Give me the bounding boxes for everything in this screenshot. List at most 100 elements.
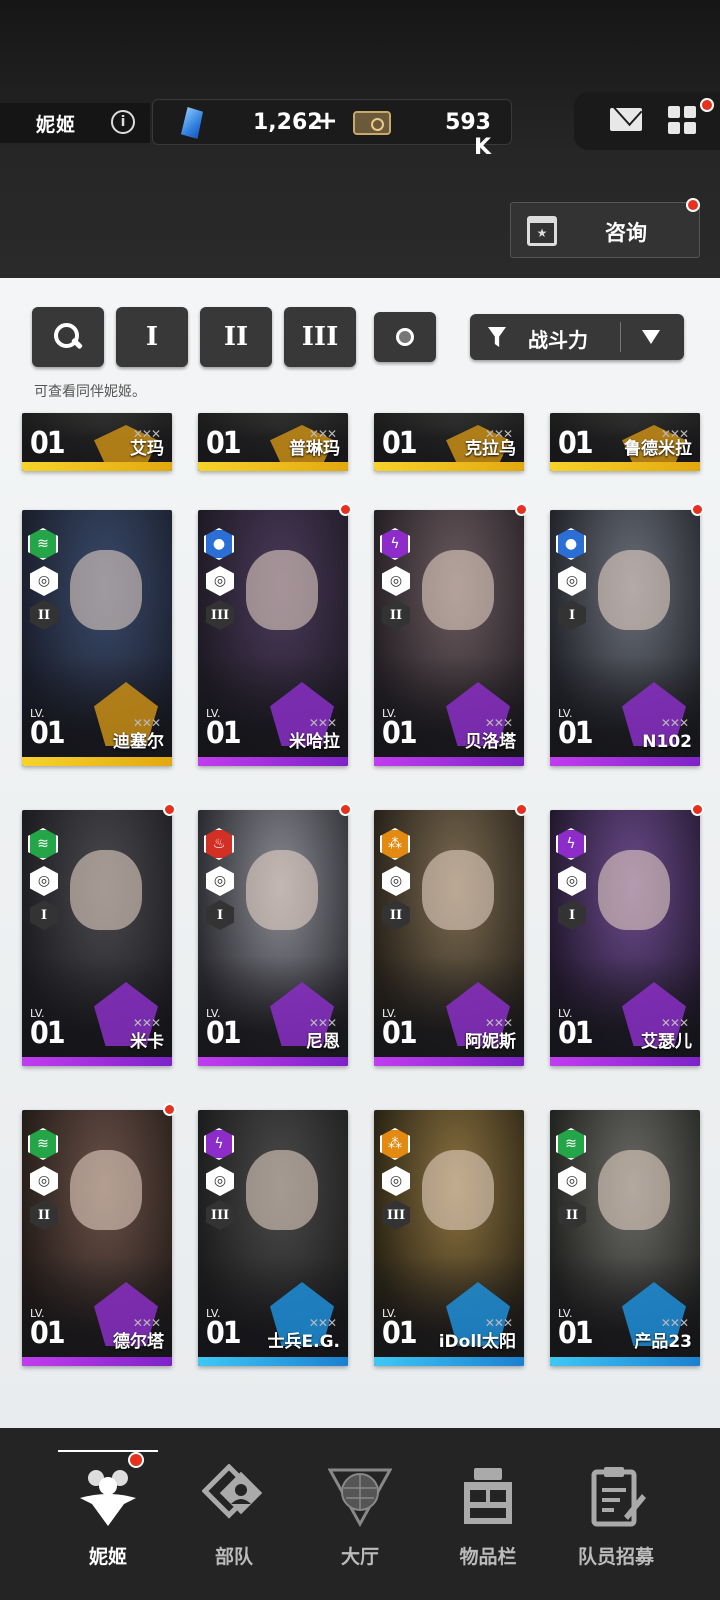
info-icon[interactable]: i — [111, 110, 135, 134]
level-value: 01 — [206, 1316, 242, 1351]
level-value: 01 — [558, 716, 594, 751]
rarity-bar — [22, 1357, 172, 1366]
bottom-nav: 妮姬 部队 大厅 物品栏 队员招募 — [0, 1428, 720, 1600]
nav-nikke[interactable]: 妮姬 — [46, 1458, 166, 1578]
nikke-card[interactable]: ✕✕✕ ≋ ◎ II LV. 01 德尔塔 — [22, 1110, 172, 1366]
burst-filter-2[interactable]: II — [200, 307, 272, 367]
nav-label: 部队 — [214, 1546, 253, 1568]
gem-icon — [181, 107, 203, 139]
character-silhouette — [422, 550, 494, 630]
all-filter-button[interactable] — [374, 312, 436, 362]
nav-label: 物品栏 — [459, 1546, 517, 1568]
rarity-bar — [550, 757, 700, 766]
character-silhouette — [246, 550, 318, 630]
nav-lobby[interactable]: 大厅 — [298, 1458, 418, 1578]
nav-recruit[interactable]: 队员招募 — [554, 1458, 674, 1578]
rarity-bar — [198, 1057, 348, 1066]
character-name: 艾玛 — [130, 439, 164, 459]
level-display: LV.01 — [382, 708, 418, 751]
character-name: 米卡 — [130, 1032, 164, 1052]
grid-menu-icon[interactable] — [668, 106, 696, 134]
level-display: LV.01 — [30, 1308, 66, 1351]
chevron-down-icon — [642, 330, 660, 344]
character-name: 贝洛塔 — [465, 732, 516, 752]
nikke-card[interactable]: ✕✕✕ ● ◎ III LV. 01 米哈拉 — [198, 510, 348, 766]
level-value: 01 — [382, 716, 418, 751]
nikke-card[interactable]: ✕✕✕ ≋ ◎ II LV. 01 迪塞尔 — [22, 510, 172, 766]
notification-dot — [691, 503, 704, 516]
level-value: 01 — [30, 716, 66, 751]
rarity-bar — [374, 462, 524, 471]
filter-icon — [488, 327, 506, 347]
mail-icon[interactable] — [610, 108, 642, 131]
nikke-card[interactable]: ✕✕✕LV.01普琳玛 — [198, 413, 348, 471]
character-silhouette — [598, 850, 670, 930]
top-header: 妮姬 i 1,262 + 593 K ★ 咨询 — [0, 0, 720, 278]
rarity-bar — [374, 757, 524, 766]
notification-dot — [700, 98, 714, 112]
squad-icon — [202, 1464, 263, 1519]
level-display: LV.01 — [30, 1008, 66, 1051]
level-display: LV.01 — [206, 1008, 242, 1051]
burst-filter-3[interactable]: III — [284, 307, 356, 367]
nikke-card[interactable]: ✕✕✕ ϟ ◎ II LV. 01 贝洛塔 — [374, 510, 524, 766]
nav-inventory[interactable]: 物品栏 — [426, 1458, 546, 1578]
level-value: 01 — [382, 426, 418, 461]
nikke-card[interactable]: ✕✕✕ ● ◎ I LV. 01 N102 — [550, 510, 700, 766]
level-value: 01 — [558, 1016, 594, 1051]
calendar-icon: ★ — [527, 216, 557, 246]
rarity-bar — [374, 1357, 524, 1366]
character-silhouette — [70, 850, 142, 930]
level-value: 01 — [30, 426, 66, 461]
lobby-icon — [328, 1468, 392, 1528]
notification-dot — [128, 1452, 144, 1468]
nav-squad[interactable]: 部队 — [172, 1458, 292, 1578]
level-value: 01 — [206, 426, 242, 461]
level-value: 01 — [30, 1016, 66, 1051]
consult-label: 咨询 — [605, 221, 647, 245]
burst-filter-1[interactable]: I — [116, 307, 188, 367]
nikke-card[interactable]: ✕✕✕LV.01艾玛 — [22, 413, 172, 471]
notification-dot — [515, 803, 528, 816]
hint-text: 可查看同伴妮姬。 — [34, 384, 146, 400]
sort-dropdown[interactable]: 战斗力 — [470, 314, 684, 360]
nikke-card[interactable]: ✕✕✕LV.01克拉乌 — [374, 413, 524, 471]
consult-button[interactable]: ★ 咨询 — [510, 202, 700, 258]
level-display: LV.01 — [558, 1308, 594, 1351]
nav-label: 大厅 — [340, 1546, 379, 1568]
character-name: N102 — [642, 732, 692, 752]
level-display: LV.01 — [382, 426, 418, 461]
nikke-card[interactable]: ✕✕✕ ⁂ ◎ II LV. 01 阿妮斯 — [374, 810, 524, 1066]
level-display: LV.01 — [206, 1308, 242, 1351]
divider — [620, 322, 621, 352]
character-name: 艾瑟儿 — [641, 1032, 692, 1052]
nikke-card[interactable]: ✕✕✕ ≋ ◎ I LV. 01 米卡 — [22, 810, 172, 1066]
level-value: 01 — [30, 1316, 66, 1351]
nikke-card[interactable]: ✕✕✕ ♨ ◎ I LV. 01 尼恩 — [198, 810, 348, 1066]
rarity-bar — [198, 1357, 348, 1366]
credit-count: 593 K — [445, 110, 491, 160]
limit-break-stars: ✕✕✕ — [660, 716, 689, 730]
search-icon — [54, 323, 82, 351]
rarity-bar — [22, 462, 172, 471]
notification-dot — [691, 803, 704, 816]
search-button[interactable] — [32, 307, 104, 367]
add-gems-button[interactable]: + — [316, 106, 338, 136]
character-silhouette — [422, 850, 494, 930]
character-name: 普琳玛 — [289, 439, 340, 459]
notification-dot — [686, 198, 700, 212]
nikke-card[interactable]: ✕✕✕ ≋ ◎ II LV. 01 产品23 — [550, 1110, 700, 1366]
nikke-card[interactable]: ✕✕✕ ϟ ◎ I LV. 01 艾瑟儿 — [550, 810, 700, 1066]
nav-label: 队员招募 — [577, 1546, 654, 1568]
level-value: 01 — [558, 1316, 594, 1351]
nikke-card[interactable]: ✕✕✕ ⁂ ◎ III LV. 01 iDoll太阳 — [374, 1110, 524, 1366]
character-silhouette — [70, 1150, 142, 1230]
rarity-bar — [22, 757, 172, 766]
nikke-card[interactable]: ✕✕✕LV.01鲁德米拉 — [550, 413, 700, 471]
level-value: 01 — [206, 1016, 242, 1051]
character-silhouette — [598, 550, 670, 630]
character-name: 迪塞尔 — [113, 732, 164, 752]
notification-dot — [339, 803, 352, 816]
nikke-card[interactable]: ✕✕✕ ϟ ◎ III LV. 01 士兵E.G. — [198, 1110, 348, 1366]
nikke-icon — [80, 1470, 136, 1526]
